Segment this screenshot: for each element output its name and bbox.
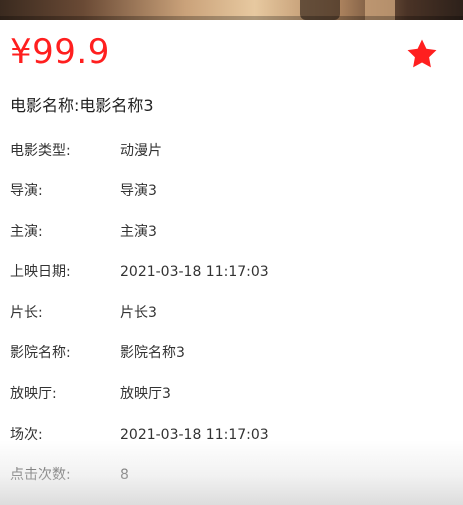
movie-name: 电影名称:电影名称3	[10, 94, 154, 118]
detail-value: 2021-03-18 11:17:03	[120, 427, 269, 443]
detail-value: 动漫片	[120, 143, 162, 159]
movie-detail-card: ¥99.9 电影名称:电影名称3 电影类型: 动漫片 导演: 导演3 主演: 主…	[0, 20, 463, 505]
detail-value: 2021-03-18 11:17:03	[120, 264, 269, 280]
detail-label: 片长:	[10, 305, 43, 321]
detail-value: 放映厅3	[120, 386, 171, 402]
movie-name-label: 电影名称:	[10, 96, 80, 115]
detail-label: 场次:	[10, 427, 43, 443]
detail-label: 导演:	[10, 183, 43, 199]
movie-poster-banner	[0, 0, 463, 20]
detail-value: 片长3	[120, 305, 157, 321]
price: ¥99.9	[10, 32, 110, 72]
detail-label: 影院名称:	[10, 345, 71, 361]
detail-value: 导演3	[120, 183, 157, 199]
detail-value: 影院名称3	[120, 345, 185, 361]
star-icon[interactable]	[405, 37, 439, 71]
detail-label: 电影类型:	[10, 143, 71, 159]
detail-label: 上映日期:	[10, 264, 71, 280]
detail-label: 放映厅:	[10, 386, 57, 402]
detail-label: 主演:	[10, 224, 43, 240]
detail-label: 点击次数:	[10, 467, 71, 483]
detail-value: 8	[120, 467, 129, 483]
detail-value: 主演3	[120, 224, 157, 240]
movie-name-value: 电影名称3	[79, 96, 154, 115]
